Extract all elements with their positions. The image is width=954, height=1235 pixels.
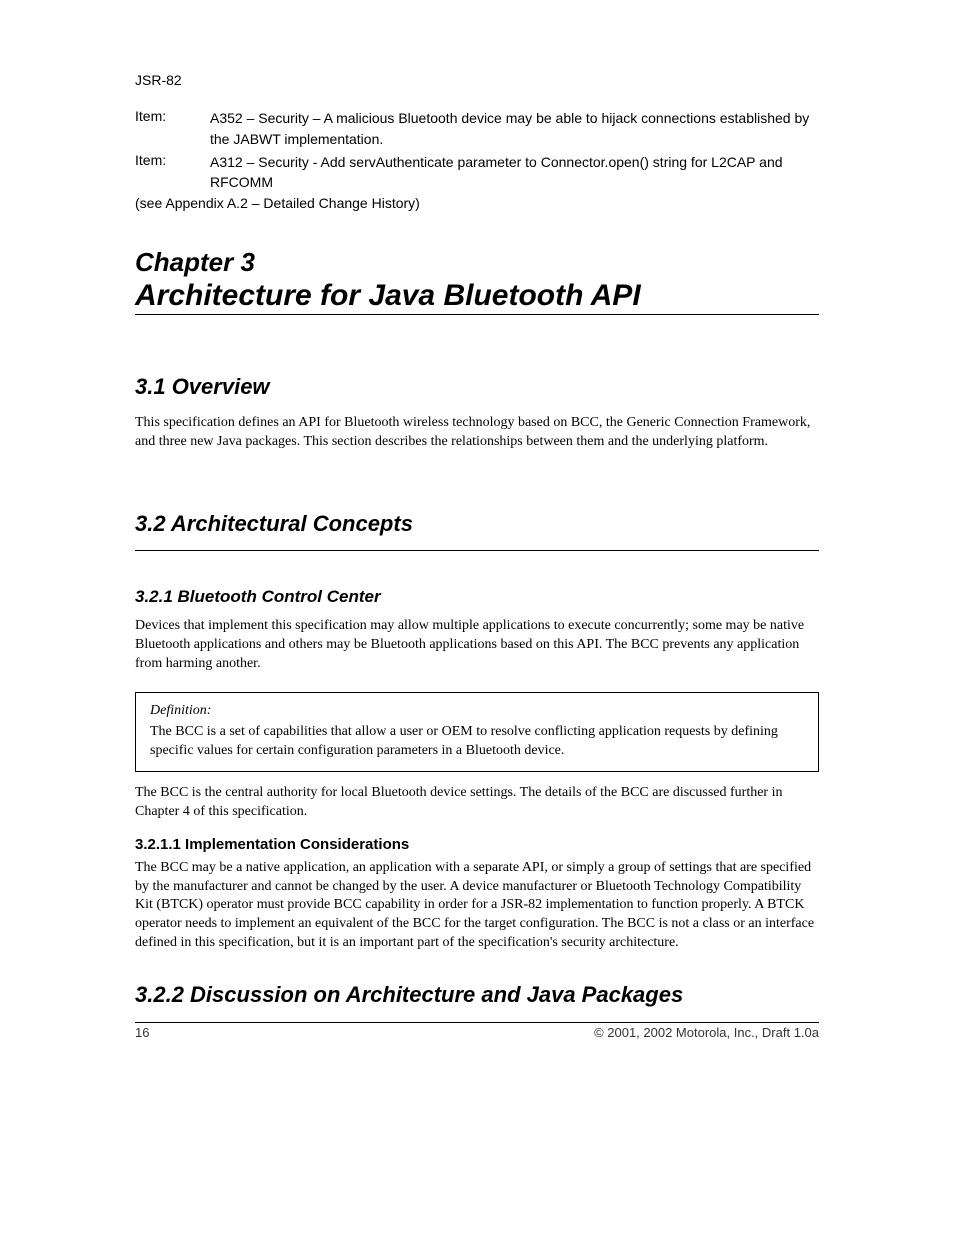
- bcc-paragraph-2: The BCC is the central authority for loc…: [135, 784, 819, 822]
- item-text-2: A312 – Security - Add servAuthenticate p…: [210, 152, 819, 193]
- item-label-2: Item:: [135, 152, 210, 193]
- chapter-title: Architecture for Java Bluetooth API: [135, 278, 819, 314]
- footer-page-number: 16: [135, 1025, 149, 1040]
- bcc-paragraph-1: Devices that implement this specificatio…: [135, 617, 819, 674]
- rule-under-concepts: [135, 550, 819, 551]
- footer-copyright: © 2001, 2002 Motorola, Inc., Draft 1.0a: [594, 1025, 819, 1040]
- running-header: JSR-82: [135, 70, 819, 90]
- heading-concepts: 3.2 Architectural Concepts: [135, 510, 819, 539]
- rule-under-chapter: [135, 314, 819, 315]
- item-text-1: A352 – Security – A malicious Bluetooth …: [210, 108, 819, 149]
- chapter-label: Chapter 3: [135, 247, 819, 278]
- heading-considerations: 3.2.1.1 Implementation Considerations: [135, 836, 819, 853]
- heading-discussion: 3.2.2 Discussion on Architecture and Jav…: [135, 981, 819, 1010]
- definition-box: Definition: The BCC is a set of capabili…: [135, 692, 819, 772]
- heading-overview: 3.1 Overview: [135, 373, 819, 402]
- considerations-paragraph: The BCC may be a native application, an …: [135, 859, 819, 953]
- item-label-1: Item:: [135, 108, 210, 149]
- heading-bcc: 3.2.1 Bluetooth Control Center: [135, 587, 819, 607]
- overview-paragraph: This specification defines an API for Bl…: [135, 414, 819, 452]
- definition-text: The BCC is a set of capabilities that al…: [150, 723, 804, 761]
- backreference-text: (see Appendix A.2 – Detailed Change Hist…: [135, 195, 819, 211]
- definition-label: Definition:: [150, 703, 804, 719]
- rule-under-discussion: [135, 1022, 819, 1023]
